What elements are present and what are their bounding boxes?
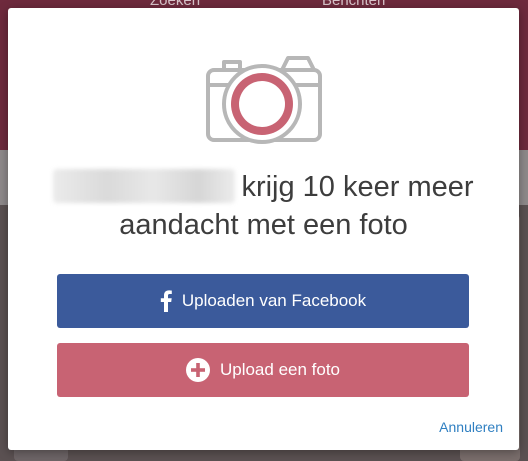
headline-line-1-text: krijg 10 keer meer [241, 171, 474, 203]
upload-photo-button[interactable]: Upload een foto [57, 343, 469, 397]
cancel-link[interactable]: Annuleren [439, 419, 503, 435]
camera-icon [204, 48, 324, 148]
upload-button-label: Upload een foto [219, 360, 341, 379]
redacted-username [53, 169, 236, 203]
modal-headline: krijg 10 keer meer aandacht met een foto [28, 168, 499, 244]
plus-circle-icon [185, 358, 210, 382]
upload-from-facebook-button[interactable]: Uploaden van Facebook [57, 274, 469, 328]
facebook-icon [160, 290, 172, 312]
headline-line-2: aandacht met een foto [119, 209, 408, 241]
facebook-button-label: Uploaden van Facebook [181, 291, 367, 310]
headline-line-1: krijg 10 keer meer [28, 168, 499, 206]
photo-upload-modal: krijg 10 keer meer aandacht met een foto… [8, 8, 519, 450]
